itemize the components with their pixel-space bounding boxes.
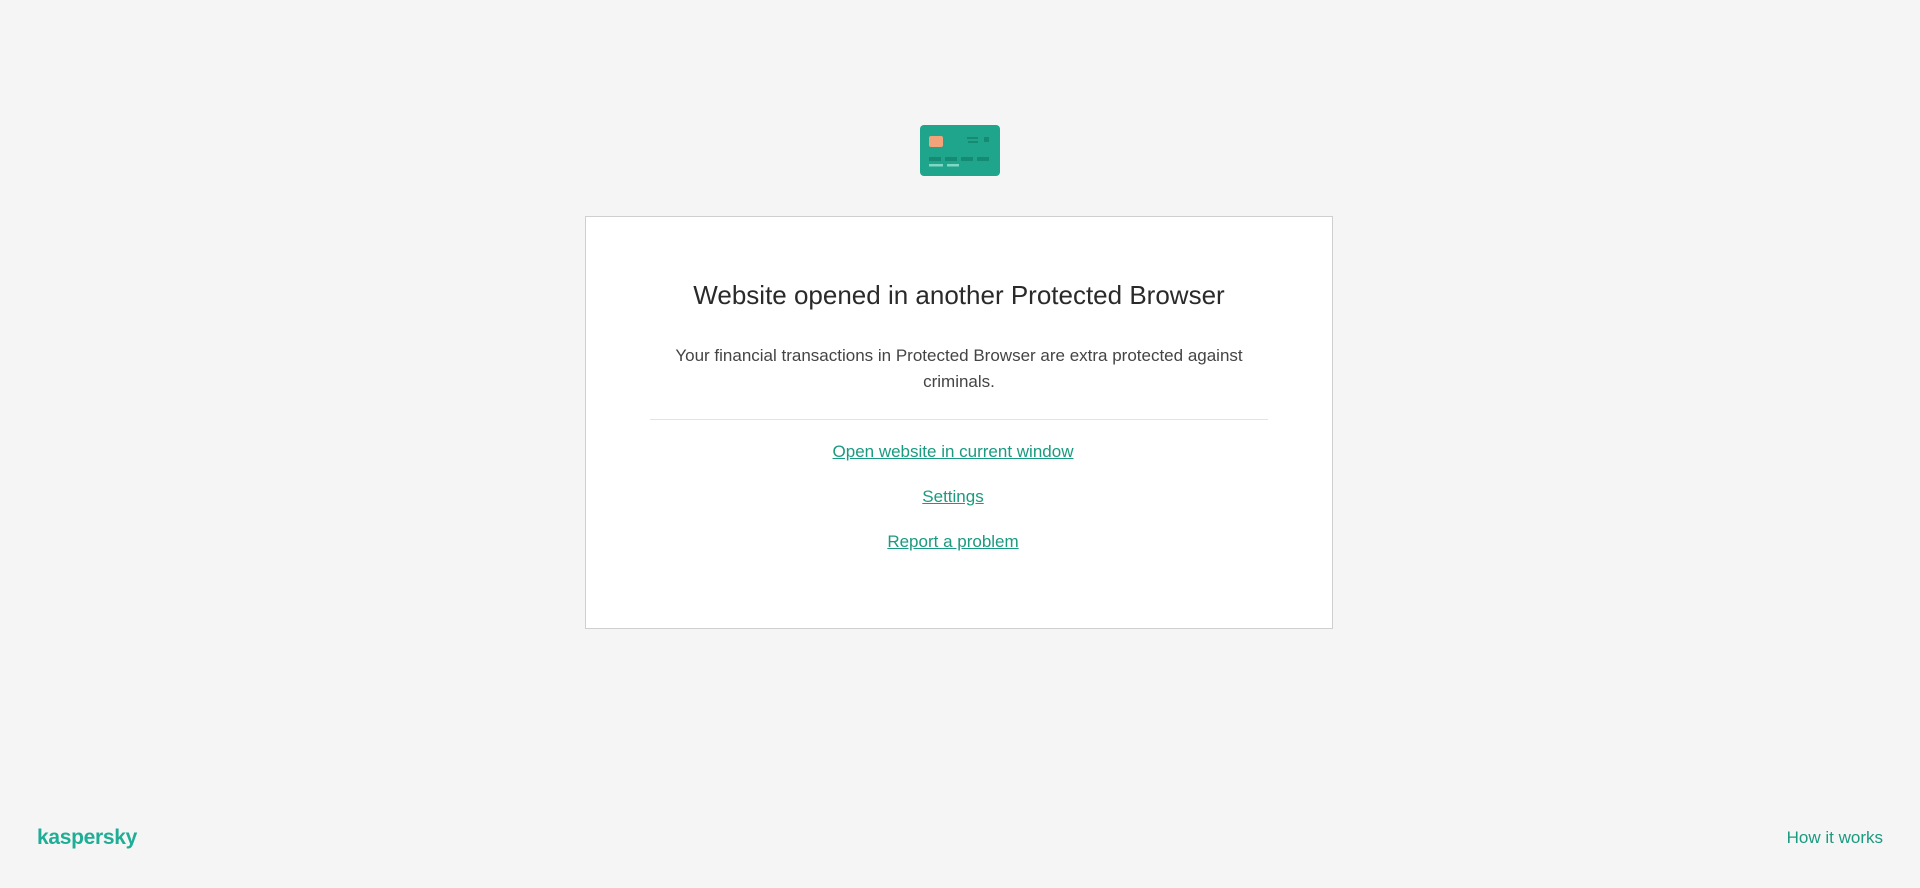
dialog-panel: Website opened in another Protected Brow…	[585, 216, 1333, 629]
dialog-description: Your financial transactions in Protected…	[675, 346, 1243, 391]
kaspersky-logo: kaspersky	[37, 826, 138, 849]
settings-link[interactable]: Settings	[922, 486, 983, 508]
protected-browser-page: Website opened in another Protected Brow…	[0, 0, 1920, 888]
action-links: Open website in current window Settings …	[586, 441, 1332, 576]
dialog-title: Website opened in another Protected Brow…	[693, 280, 1225, 310]
report-problem-link[interactable]: Report a problem	[887, 531, 1018, 553]
open-in-current-window-link[interactable]: Open website in current window	[833, 441, 1074, 463]
how-it-works-link[interactable]: How it works	[1787, 828, 1883, 848]
credit-card-icon	[920, 125, 1000, 176]
divider	[650, 419, 1268, 420]
